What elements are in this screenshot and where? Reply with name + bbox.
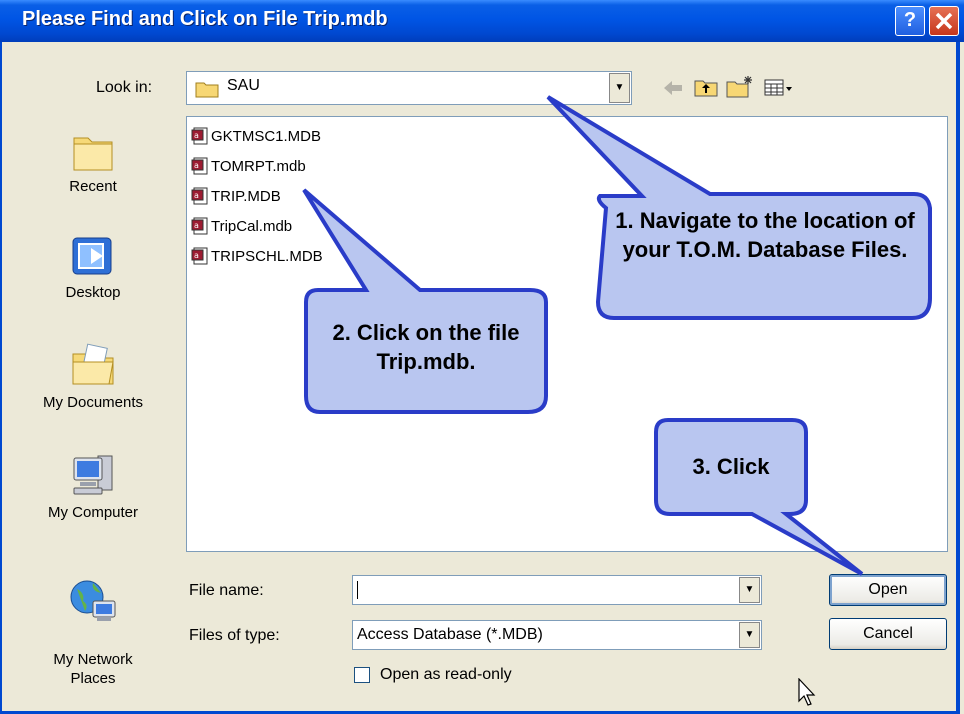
up-one-level-icon[interactable] [694, 78, 718, 98]
look-in-value: SAU [227, 77, 260, 94]
text-caret [357, 581, 358, 599]
close-icon [935, 12, 953, 30]
access-file-icon: a [191, 127, 208, 145]
window-title: Please Find and Click on File Trip.mdb [22, 8, 388, 30]
place-label: My Network Places [53, 651, 133, 687]
place-label: Desktop [65, 284, 121, 301]
place-desktop[interactable]: Desktop [14, 234, 172, 301]
file-name: TRIPSCHL.MDB [211, 248, 323, 265]
read-only-checkbox[interactable] [354, 667, 370, 683]
title-bar: Please Find and Click on File Trip.mdb ? [0, 0, 964, 42]
look-in-combo[interactable]: SAU ▼ [186, 71, 632, 105]
my-computer-icon [73, 455, 113, 495]
folder-icon [195, 82, 219, 98]
svg-text:a: a [194, 161, 199, 170]
file-name: TOMRPT.mdb [211, 158, 306, 175]
views-menu-icon[interactable] [764, 78, 794, 98]
look-in-dropdown-button[interactable]: ▼ [609, 73, 630, 103]
callout-1-text: 1. Navigate to the location of your T.O.… [615, 208, 915, 262]
recent-folder-icon [73, 137, 113, 171]
access-file-icon: a [191, 187, 208, 205]
new-folder-icon[interactable] [726, 75, 754, 99]
close-button[interactable] [929, 6, 959, 36]
svg-text:a: a [194, 131, 199, 140]
my-documents-icon [72, 343, 114, 385]
back-arrow-icon[interactable] [662, 78, 684, 98]
access-file-icon: a [191, 157, 208, 175]
read-only-label: Open as read-only [380, 666, 512, 683]
file-type-label: Files of type: [189, 627, 280, 644]
file-type-select[interactable]: Access Database (*.MDB) ▼ [352, 620, 762, 650]
look-in-label: Look in: [96, 79, 153, 96]
network-places-icon [70, 580, 116, 621]
places-bar: Recent Desktop My Documents My Computer [14, 106, 172, 698]
file-name: GKTMSC1.MDB [211, 128, 322, 145]
place-label: Recent [69, 178, 117, 195]
svg-text:a: a [194, 191, 199, 200]
file-type-dropdown-button[interactable]: ▼ [739, 622, 760, 648]
svg-text:a: a [194, 251, 199, 260]
open-button[interactable]: Open [829, 574, 947, 606]
place-my-documents[interactable]: My Documents [14, 342, 172, 411]
file-name-field[interactable]: ▼ [352, 575, 762, 605]
file-name-dropdown-button[interactable]: ▼ [739, 577, 760, 603]
help-button[interactable]: ? [895, 6, 925, 36]
file-type-value: Access Database (*.MDB) [357, 626, 543, 643]
svg-text:a: a [194, 221, 199, 230]
file-name: TripCal.mdb [211, 218, 293, 235]
mouse-pointer-icon [798, 678, 816, 706]
access-file-icon: a [191, 247, 208, 265]
place-network[interactable]: My Network Places [14, 560, 172, 688]
file-name-label: File name: [189, 582, 264, 599]
file-list[interactable]: a GKTMSC1.MDB a TOMRPT.mdb a TRIP.MDB a … [186, 116, 948, 552]
place-label: My Documents [42, 394, 144, 411]
desktop-icon [72, 237, 112, 275]
place-my-computer[interactable]: My Computer [14, 452, 172, 521]
place-recent[interactable]: Recent [14, 130, 172, 195]
access-file-icon: a [191, 217, 208, 235]
place-label: My Computer [47, 504, 139, 521]
file-name: TRIP.MDB [211, 188, 281, 205]
callout-2-text: 2. Click on the file Trip.mdb. [332, 320, 520, 374]
callout-3-text: 3. Click [692, 454, 770, 479]
cancel-button[interactable]: Cancel [829, 618, 947, 650]
